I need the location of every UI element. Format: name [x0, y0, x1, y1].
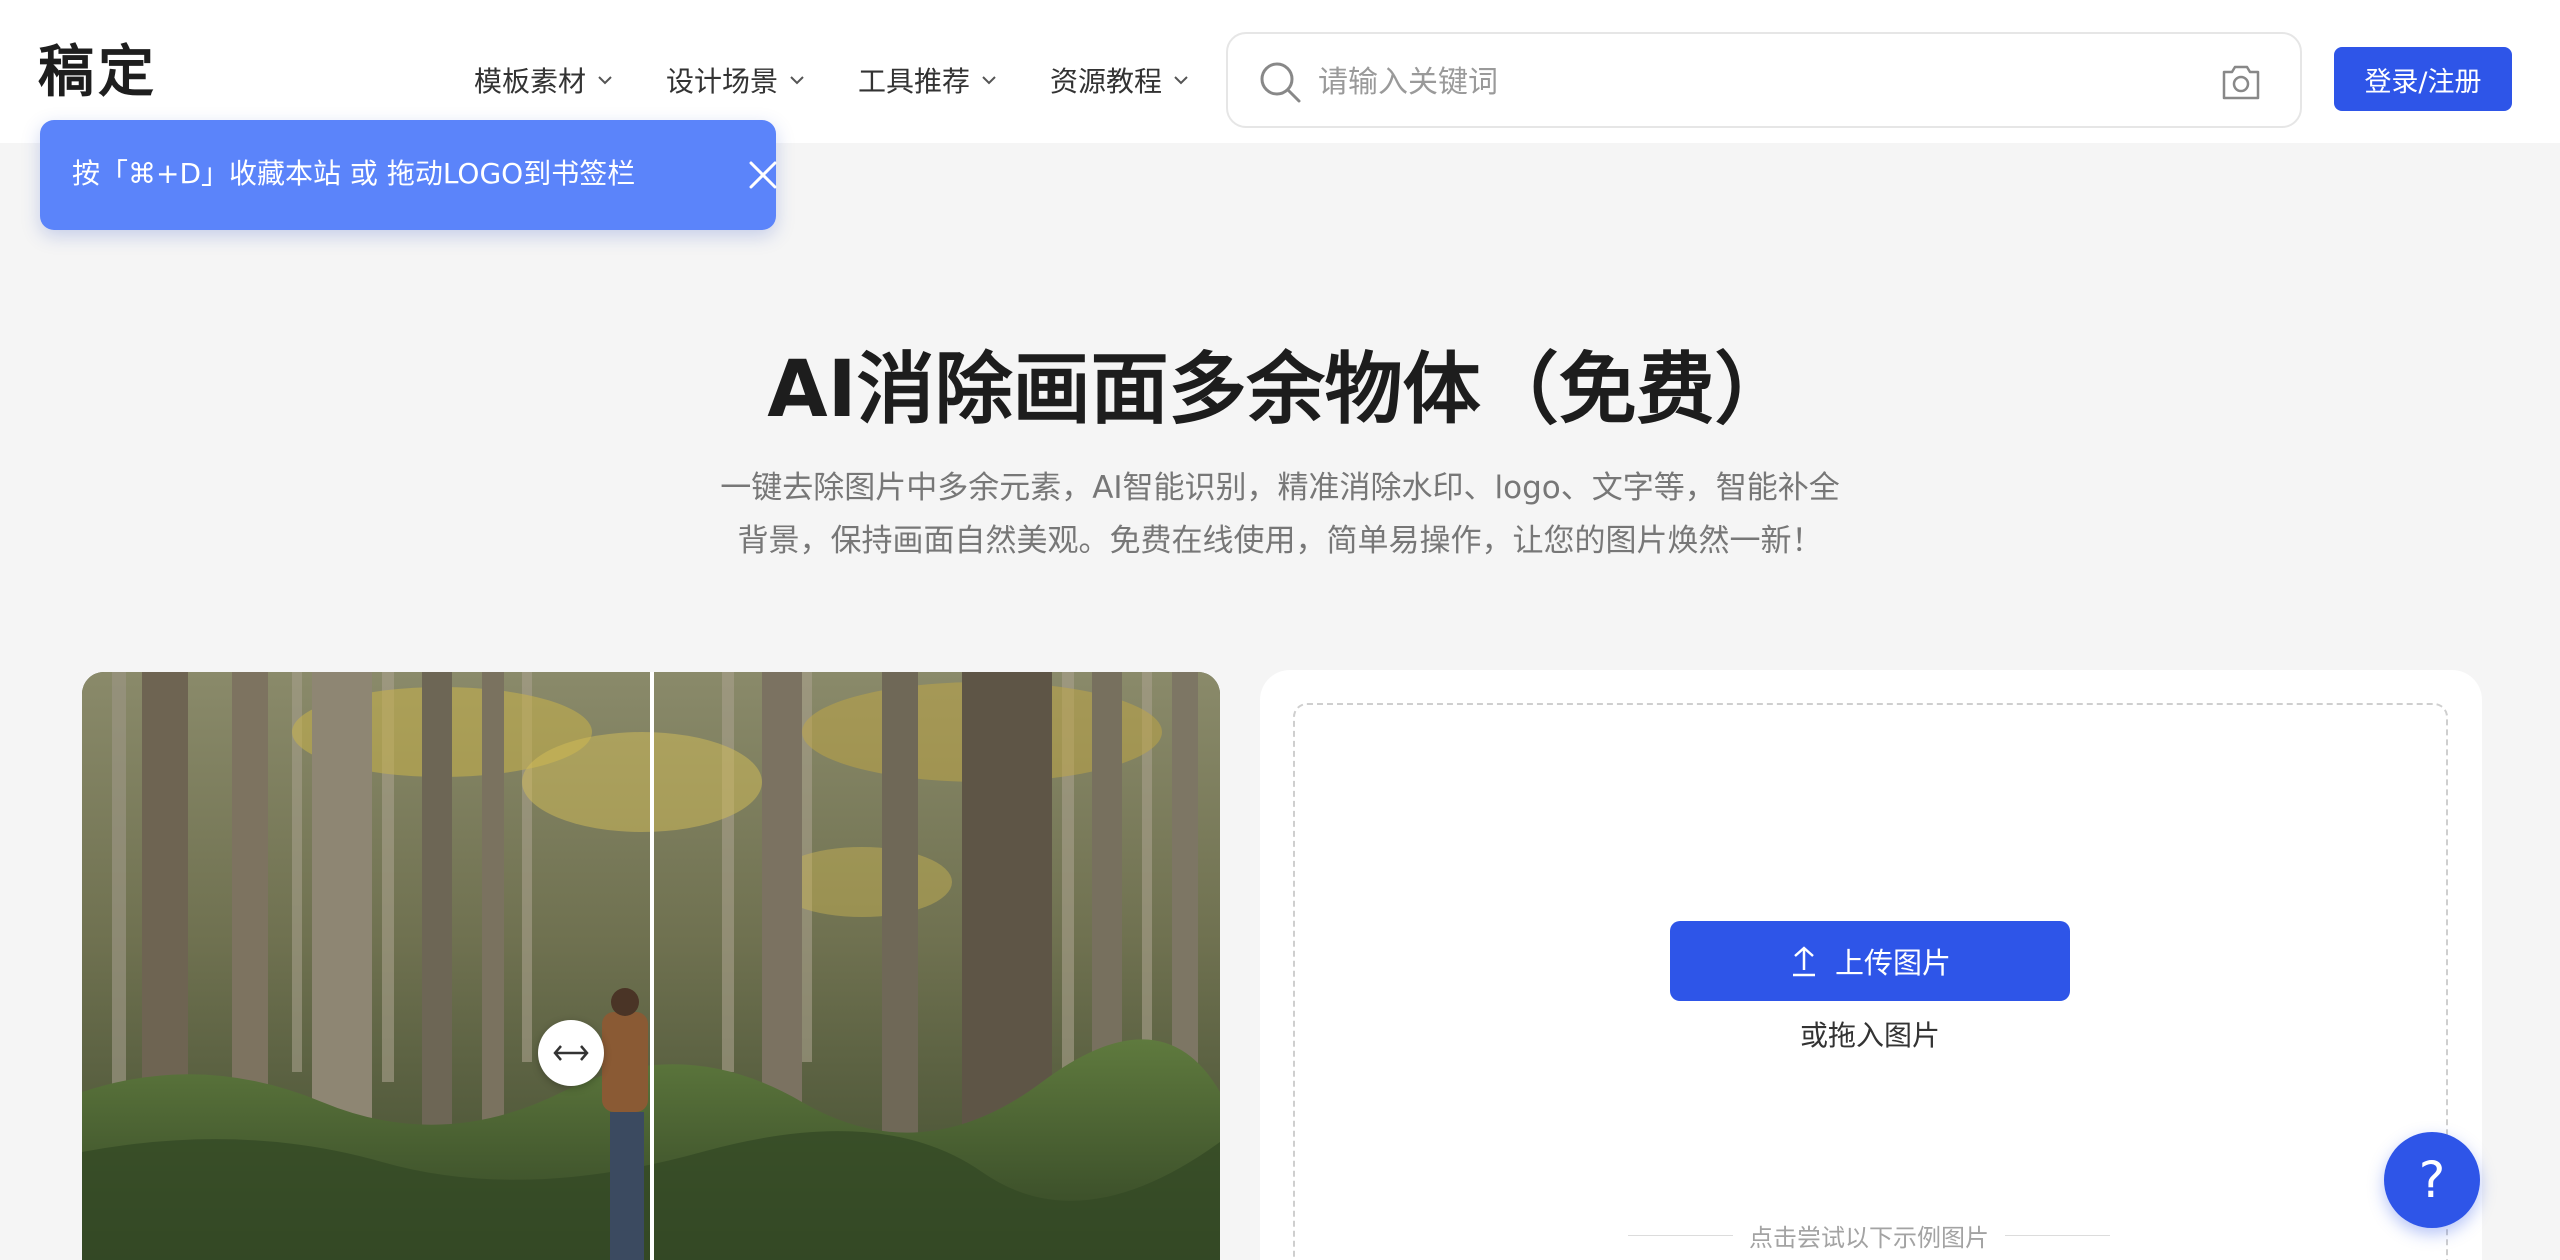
search-icon: [1260, 62, 1301, 103]
nav-item-tools[interactable]: 工具推荐: [858, 56, 998, 104]
sample-images-divider: 点击尝试以下示例图片: [1628, 1218, 2110, 1252]
nav-item-label: 工具推荐: [858, 65, 971, 98]
nav-item-templates[interactable]: 模板素材: [474, 56, 614, 104]
chevron-down-icon: [982, 76, 996, 85]
nav-item-label: 模板素材: [474, 65, 587, 98]
help-button[interactable]: ?: [2384, 1132, 2480, 1228]
nav-item-design-scenes[interactable]: 设计场景: [666, 56, 806, 104]
upload-arrow-icon: [1792, 946, 1815, 977]
chevron-down-icon: [790, 76, 804, 85]
close-icon[interactable]: [746, 158, 780, 192]
nav-item-label: 资源教程: [1050, 65, 1163, 98]
compare-slider-handle[interactable]: [538, 1020, 604, 1086]
compare-divider: [650, 672, 654, 1260]
upload-button-label: 上传图片: [1834, 946, 1951, 980]
logo[interactable]: 稿定: [38, 38, 158, 108]
chevron-down-icon: [598, 76, 612, 85]
camera-icon[interactable]: [2220, 62, 2262, 102]
before-after-image[interactable]: [82, 672, 1220, 1260]
bookmark-tip: 按「⌘+D」收藏本站 或 拖动LOGO到书签栏: [40, 120, 777, 230]
bookmark-tip-text: 按「⌘+D」收藏本站 或 拖动LOGO到书签栏: [72, 157, 636, 190]
main-nav: 模板素材 设计场景 工具推荐 资源教程: [474, 56, 1242, 104]
chevron-down-icon: [1174, 76, 1188, 85]
search-input[interactable]: [1318, 54, 2198, 110]
divider-line: [2005, 1234, 2110, 1236]
nav-item-label: 设计场景: [666, 65, 779, 98]
sample-images-label: 点击尝试以下示例图片: [1749, 1223, 1989, 1252]
divider-line: [1628, 1234, 1733, 1236]
upload-image-button[interactable]: 上传图片: [1670, 921, 2070, 1001]
page-description: 一键去除图片中多余元素，AI智能识别，精准消除水印、logo、文字等，智能补全背…: [720, 470, 1840, 559]
drag-hint: 或拖入图片: [1799, 1019, 1940, 1052]
nav-item-resources[interactable]: 资源教程: [1050, 56, 1190, 104]
login-register-button[interactable]: 登录/注册: [2334, 47, 2512, 111]
compare-arrows-icon: [553, 1045, 589, 1061]
search-box: [1226, 32, 2302, 128]
page-title: AI消除画面多余物体（免费）: [767, 345, 1793, 435]
